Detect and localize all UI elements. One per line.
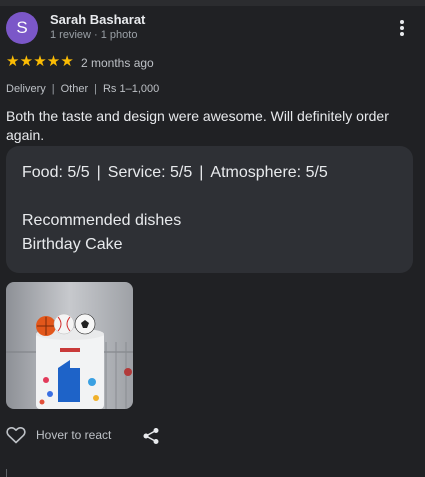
more-vert-icon — [400, 20, 404, 36]
react-label: Hover to react — [36, 428, 112, 442]
rating-separator: | — [199, 164, 204, 181]
meta-meal-type: Other — [60, 83, 89, 95]
heart-icon — [6, 427, 26, 444]
star-icon: ★ — [33, 53, 47, 70]
avatar-initial: S — [16, 18, 28, 37]
reviewer-name[interactable]: Sarah Basharat — [50, 12, 145, 27]
star-icon: ★ — [46, 53, 61, 70]
meta-service-type: Delivery — [6, 83, 46, 95]
top-divider — [0, 0, 425, 6]
share-button[interactable] — [142, 427, 160, 450]
atmosphere-rating: Atmosphere: 5/5 — [210, 164, 328, 181]
review-meta: Delivery | Other | Rs 1–1,000 — [6, 83, 159, 95]
review-date: 2 months ago — [81, 56, 154, 70]
next-review-edge — [6, 469, 7, 477]
food-rating: Food: 5/5 — [22, 164, 90, 181]
review-details-card: Food: 5/5 | Service: 5/5 | Atmosphere: 5/5 R… — [6, 146, 413, 273]
share-icon — [143, 428, 159, 444]
rating-separator: | — [96, 164, 101, 181]
service-rating: Service: 5/5 — [107, 164, 193, 181]
star-icon: ★ — [19, 53, 34, 70]
sub-ratings: Food: 5/5 | Service: 5/5 | Atmosphere: 5/5 — [22, 164, 328, 182]
star-rating: ★ ★ ★ ★ ★ — [6, 54, 74, 70]
review-text: Both the taste and design were awesome. … — [6, 108, 389, 143]
star-icon: ★ — [60, 53, 74, 70]
meta-separator: | — [94, 83, 97, 95]
more-options-button[interactable] — [394, 18, 410, 38]
cake-photo-image — [6, 282, 133, 409]
avatar[interactable]: S — [6, 12, 38, 44]
star-icon: ★ — [6, 53, 20, 70]
meta-separator: | — [51, 83, 55, 95]
review-photo[interactable] — [6, 282, 133, 409]
meta-price: Rs 1–1,000 — [102, 83, 160, 95]
recommended-dish: Birthday Cake — [22, 236, 123, 253]
reviewer-stats: 1 review · 1 photo — [50, 29, 138, 41]
recommended-heading: Recommended dishes — [22, 212, 182, 229]
react-button[interactable]: Hover to react — [6, 426, 111, 444]
